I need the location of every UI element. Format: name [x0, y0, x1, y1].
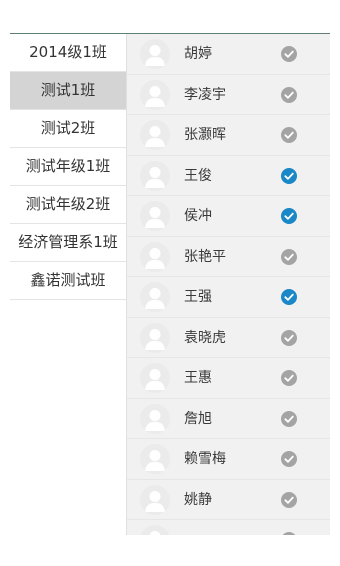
- person-avatar-icon: [140, 403, 170, 434]
- student-name: 詹旭: [184, 410, 212, 427]
- student-row[interactable]: 詹旭: [127, 399, 330, 439]
- check-circle-gray-icon[interactable]: [281, 46, 297, 62]
- student-name: 侯冲: [184, 208, 212, 224]
- check-circle-gray-icon[interactable]: [281, 86, 297, 103]
- person-avatar-icon: [140, 322, 170, 353]
- check-circle-gray-icon[interactable]: [281, 248, 297, 265]
- student-row[interactable]: 胡婷: [127, 34, 330, 75]
- student-name: 王惠: [184, 370, 212, 386]
- person-avatar-icon: [140, 79, 170, 110]
- student-row[interactable]: 王俊: [127, 156, 330, 196]
- check-circle-gray-icon[interactable]: [281, 127, 297, 143]
- class-item[interactable]: 测试年级2班: [10, 186, 126, 224]
- check-circle-gray-icon[interactable]: [281, 370, 297, 386]
- student-name: 王强: [184, 289, 212, 305]
- student-row[interactable]: 侯冲: [127, 196, 330, 237]
- student-name: 胡婷: [184, 46, 212, 62]
- student-row[interactable]: 张艳平: [127, 237, 330, 277]
- student-row[interactable]: 张灏晖: [127, 115, 330, 156]
- person-avatar-icon: [140, 525, 170, 535]
- check-circle-gray-icon[interactable]: [281, 451, 297, 467]
- student-name: 李凌宇: [184, 86, 226, 103]
- person-avatar-icon: [140, 39, 170, 69]
- student-list: 胡婷李凌宇张灏晖王俊侯冲张艳平王强袁晓虎王惠詹旭赖雪梅姚静: [126, 34, 330, 535]
- class-item[interactable]: 测试2班: [10, 110, 126, 148]
- class-item[interactable]: 测试年级1班: [10, 148, 126, 186]
- class-item[interactable]: 经济管理系1班: [10, 224, 126, 262]
- class-item[interactable]: 2014级1班: [10, 34, 126, 72]
- check-circle-gray-icon[interactable]: [281, 491, 297, 508]
- person-avatar-icon: [140, 120, 170, 150]
- student-name: 张灏晖: [184, 127, 226, 143]
- app-window: 2014级1班 测试1班 测试2班 测试年级1班 测试年级2班 经济管理系1班 鑫诺测试班 …: [10, 33, 330, 535]
- student-name: 张艳平: [184, 248, 226, 265]
- person-avatar-icon: [140, 444, 170, 474]
- student-row[interactable]: 袁晓虎: [127, 318, 330, 358]
- check-circle-gray-icon[interactable]: [281, 532, 297, 535]
- class-item[interactable]: 鑫诺测试班: [10, 262, 126, 300]
- class-item[interactable]: 测试1班: [10, 72, 126, 110]
- student-name: 赖雪梅: [184, 451, 226, 467]
- student-row[interactable]: 王强: [127, 277, 330, 318]
- student-row[interactable]: 姚静: [127, 480, 330, 520]
- student-name: 王俊: [184, 167, 212, 184]
- student-row[interactable]: [127, 520, 330, 535]
- check-circle-gray-icon[interactable]: [281, 329, 297, 346]
- student-name: 姚静: [184, 491, 212, 508]
- person-avatar-icon: [140, 160, 170, 191]
- student-row[interactable]: 李凌宇: [127, 75, 330, 115]
- person-avatar-icon: [140, 282, 170, 312]
- class-list: 2014级1班 测试1班 测试2班 测试年级1班 测试年级2班 经济管理系1班 鑫诺测试班: [10, 34, 126, 300]
- check-circle-filled-icon[interactable]: [281, 208, 297, 224]
- student-row[interactable]: 王惠: [127, 358, 330, 399]
- person-avatar-icon: [140, 241, 170, 272]
- person-avatar-icon: [140, 201, 170, 231]
- check-circle-gray-icon[interactable]: [281, 410, 297, 427]
- student-name: 袁晓虎: [184, 329, 226, 346]
- check-circle-filled-icon[interactable]: [281, 167, 297, 184]
- student-row[interactable]: 赖雪梅: [127, 439, 330, 480]
- check-circle-filled-icon[interactable]: [281, 289, 297, 305]
- person-avatar-icon: [140, 363, 170, 393]
- person-avatar-icon: [140, 484, 170, 515]
